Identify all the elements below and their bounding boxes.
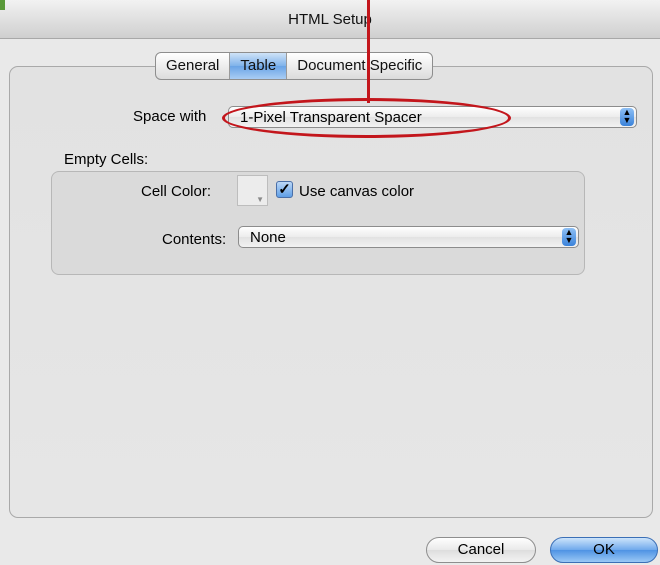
up-down-arrows-icon: ▲ ▼ [620,108,634,126]
tab-general[interactable]: General [156,53,231,79]
tab-table[interactable]: Table [230,53,288,79]
cell-color-well[interactable]: ▼ [237,175,268,206]
title-bar: HTML Setup [0,0,660,39]
ok-button[interactable]: OK [550,537,658,563]
tab-bar: General Table Document Specific [155,52,434,80]
annotation-ellipse [222,98,511,138]
use-canvas-color-label: Use canvas color [299,183,415,200]
empty-cells-label: Empty Cells: [64,151,149,168]
window-title: HTML Setup [288,11,372,28]
tab-document-specific[interactable]: Document Specific [287,53,432,79]
use-canvas-color-checkbox[interactable]: ✓ [276,181,293,198]
annotation-pointer-line [367,0,370,103]
contents-label: Contents: [162,231,227,248]
space-with-label: Space with [133,108,207,125]
chevron-down-icon: ▼ [256,195,264,204]
cell-color-label: Cell Color: [141,183,212,200]
up-down-arrows-icon: ▲ ▼ [562,228,576,246]
window-corner-mark [0,0,5,10]
cancel-button[interactable]: Cancel [426,537,536,563]
contents-value: None [250,229,286,246]
contents-popup[interactable]: None ▲ ▼ [238,226,579,248]
checkmark-icon: ✓ [278,181,291,198]
